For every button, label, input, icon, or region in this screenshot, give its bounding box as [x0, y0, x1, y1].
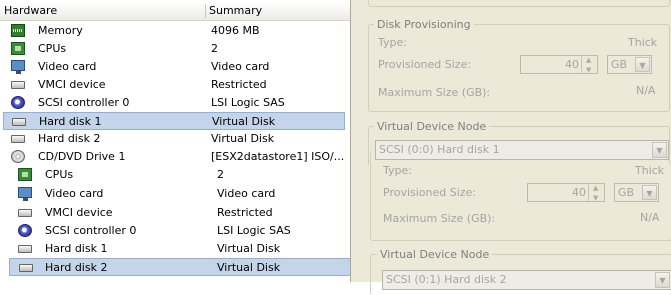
list-item-name: CPUs	[45, 168, 74, 181]
scsi-controller-icon	[11, 96, 25, 109]
list-item-cd-dvd-drive[interactable]: CD/DVD Drive 1 [ESX2datastore1] ISO/...	[0, 148, 350, 166]
maximum-size-label: Maximum Size (GB):	[383, 212, 496, 225]
list-item-cpus[interactable]: CPUs 2	[0, 166, 358, 184]
cpu-icon	[11, 42, 25, 55]
maximum-size-value: N/A	[636, 84, 656, 97]
size-unit-select[interactable]: GB ▼	[607, 55, 652, 74]
panel-divider	[350, 0, 351, 282]
list-item-summary: 4096 MB	[211, 24, 260, 37]
list-item-scsi-controller[interactable]: SCSI controller 0 LSI Logic SAS	[0, 222, 358, 240]
list-item-summary: Restricted	[217, 206, 273, 219]
list-item-name: VMCI device	[45, 206, 113, 219]
list-item-video-card[interactable]: Video card Video card	[0, 185, 358, 203]
type-value: Thick	[628, 36, 658, 49]
virtual-device-node-select[interactable]: SCSI (0:1) Hard disk 2 ▼	[382, 270, 671, 290]
spinner-arrows-icon[interactable]	[588, 180, 604, 207]
list-item-hard-disk-1[interactable]: Hard disk 1 Virtual Disk	[0, 240, 358, 258]
list-item-hard-disk-2[interactable]: Hard disk 2 Virtual Disk	[0, 130, 350, 148]
list-item-summary: Virtual Disk	[217, 242, 281, 255]
summary-column-header[interactable]: Summary	[209, 2, 262, 20]
size-unit-value: GB	[618, 186, 635, 199]
type-label: Type:	[383, 164, 412, 177]
list-item-summary: Virtual Disk	[217, 261, 281, 274]
hard-disk-icon	[11, 135, 25, 143]
hardware-list-header: Hardware Summary	[0, 2, 350, 21]
provisioned-size-label: Provisioned Size:	[383, 186, 477, 199]
cpu-icon	[18, 168, 32, 181]
provisioned-size-spinner[interactable]: 40	[520, 52, 598, 79]
list-item-summary: LSI Logic SAS	[217, 224, 291, 237]
list-item-name: Memory	[38, 24, 83, 37]
list-item-name: Video card	[38, 60, 97, 73]
list-item-memory[interactable]: Memory 4096 MB	[0, 22, 350, 40]
type-value: Thick	[635, 164, 665, 177]
vmci-device-icon	[18, 209, 32, 217]
video-card-icon	[18, 187, 32, 201]
size-unit-select[interactable]: GB ▼	[614, 183, 659, 202]
list-item-vmci-device[interactable]: VMCI device Restricted	[0, 204, 358, 222]
list-item-summary: Restricted	[211, 78, 267, 91]
list-item-cpus[interactable]: CPUs 2	[0, 40, 350, 58]
maximum-size-value: N/A	[640, 211, 660, 224]
list-item-name: Hard disk 2	[45, 261, 108, 274]
virtual-device-node-title: Virtual Device Node	[377, 248, 493, 261]
list-item-name: CD/DVD Drive 1	[38, 150, 126, 163]
list-item-name: VMCI device	[38, 78, 106, 91]
list-item-summary: Video card	[211, 60, 270, 73]
list-item-hard-disk-1[interactable]: Hard disk 1 Virtual Disk	[3, 112, 345, 130]
list-item-name: Video card	[45, 187, 104, 200]
list-item-summary: Video card	[217, 187, 276, 200]
virtual-device-node-title: Virtual Device Node	[374, 120, 490, 133]
disk-provisioning-title: Disk Provisioning	[374, 18, 474, 31]
vmci-device-icon	[11, 81, 25, 89]
list-item-name: Hard disk 1	[39, 115, 102, 128]
type-label: Type:	[378, 36, 407, 49]
list-item-summary: LSI Logic SAS	[211, 96, 285, 109]
memory-icon	[11, 24, 25, 37]
chevron-down-icon[interactable]: ▼	[642, 185, 657, 200]
maximum-size-label: Maximum Size (GB):	[378, 86, 491, 99]
list-item-name: Hard disk 2	[38, 132, 101, 145]
hard-disk-icon	[19, 264, 33, 272]
hard-disk-icon	[12, 118, 26, 126]
cd-dvd-icon	[11, 150, 25, 163]
list-item-scsi-controller[interactable]: SCSI controller 0 LSI Logic SAS	[0, 94, 350, 112]
list-item-summary: [ESX2datastore1] ISO/...	[211, 150, 345, 163]
provisioned-size-value: 40	[572, 186, 586, 199]
provisioned-size-label: Provisioned Size:	[378, 58, 472, 71]
disk-properties-panel: Disk Provisioning Type: Thick Provisione…	[350, 0, 671, 295]
spinner-arrows-icon[interactable]	[581, 52, 597, 79]
hardware-list-bottom[interactable]: CPUs 2 Video card Video card VMCI device…	[0, 166, 358, 282]
list-item-name: Hard disk 1	[45, 242, 108, 255]
size-unit-value: GB	[611, 58, 628, 71]
list-item-summary: 2	[211, 42, 218, 55]
list-item-vmci-device[interactable]: VMCI device Restricted	[0, 76, 350, 94]
provisioned-size-spinner[interactable]: 40	[527, 180, 605, 207]
list-item-name: SCSI controller 0	[38, 96, 130, 109]
list-item-name: SCSI controller 0	[45, 224, 137, 237]
list-item-hard-disk-2[interactable]: Hard disk 2 Virtual Disk	[9, 258, 352, 276]
hard-disk-icon	[18, 245, 32, 253]
column-separator[interactable]	[205, 4, 206, 18]
list-item-name: CPUs	[38, 42, 67, 55]
video-card-icon	[11, 60, 25, 74]
list-item-summary: Virtual Disk	[212, 115, 276, 128]
virtual-device-node-value: SCSI (0:1) Hard disk 2	[386, 273, 507, 286]
scsi-controller-icon	[18, 224, 32, 237]
list-item-summary: Virtual Disk	[211, 132, 275, 145]
provisioned-size-value: 40	[565, 58, 579, 71]
list-item-video-card[interactable]: Video card Video card	[0, 58, 350, 76]
list-item-summary: 2	[217, 168, 224, 181]
chevron-down-icon[interactable]: ▼	[655, 272, 670, 288]
hardware-column-header[interactable]: Hardware	[4, 2, 57, 20]
previous-group-box	[368, 0, 670, 7]
chevron-down-icon[interactable]: ▼	[635, 57, 650, 72]
hardware-list-top[interactable]: Hardware Summary Memory 4096 MB CPUs 2 V…	[0, 0, 350, 167]
